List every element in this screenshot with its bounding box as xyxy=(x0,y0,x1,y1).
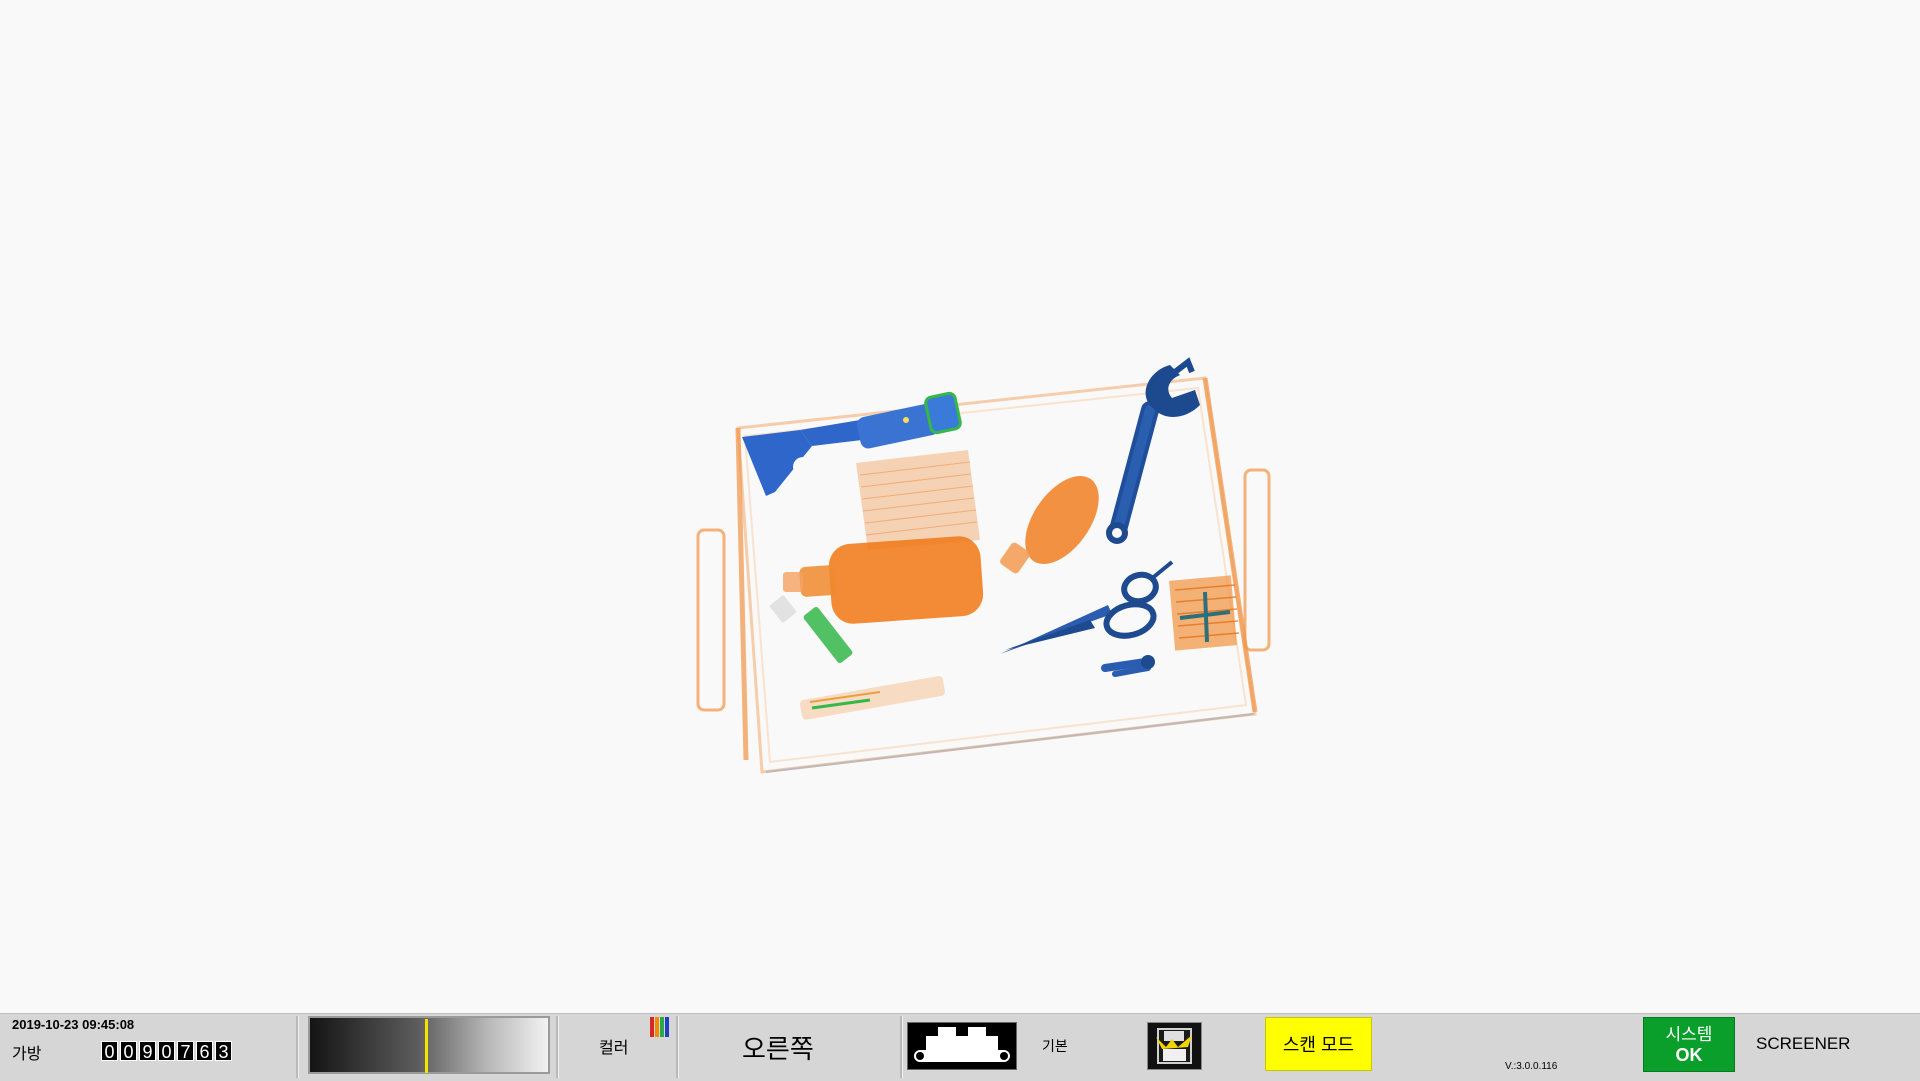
basic-mode-label[interactable]: 기본 xyxy=(1042,1036,1068,1056)
color-bar-green xyxy=(660,1017,664,1037)
cardboard-box xyxy=(856,450,980,550)
bag-counter: 0 0 9 0 7 6 3 xyxy=(101,1041,232,1062)
pen xyxy=(799,676,945,720)
divider xyxy=(556,1016,559,1078)
system-status-indicator: 시스템 OK xyxy=(1643,1017,1735,1072)
xray-viewport xyxy=(0,0,1920,1013)
color-mode-label[interactable]: 컬러 xyxy=(599,1034,628,1058)
screener-label: SCREENER xyxy=(1756,1034,1851,1053)
save-disk-icon xyxy=(1156,1028,1192,1064)
bag-counter-digit: 6 xyxy=(196,1041,213,1062)
conveyor-button[interactable] xyxy=(907,1022,1017,1070)
gray-level-slider[interactable] xyxy=(308,1016,550,1074)
bag-counter-digit: 7 xyxy=(177,1041,194,1062)
color-bar-blue xyxy=(665,1017,669,1037)
divider xyxy=(900,1016,903,1078)
xray-scan-image xyxy=(696,357,1271,774)
bag-counter-digit: 3 xyxy=(215,1041,232,1062)
bag-counter-digit: 9 xyxy=(139,1041,156,1062)
system-status-title: 시스템 xyxy=(1665,1024,1713,1044)
bag-counter-digit: 0 xyxy=(101,1041,118,1062)
bag-counter-digit: 0 xyxy=(158,1041,175,1062)
color-bar-red xyxy=(650,1017,654,1037)
scan-mode-button[interactable]: 스캔 모드 xyxy=(1265,1017,1372,1071)
orientation-label[interactable]: 오른쪽 xyxy=(742,1029,814,1066)
datetime-display: 2019-10-23 09:45:08 xyxy=(12,1017,135,1032)
grid-object xyxy=(1169,575,1240,651)
zipper-pulls xyxy=(1101,655,1155,677)
bag-counter-digit: 0 xyxy=(120,1041,137,1062)
divider xyxy=(296,1016,299,1078)
divider xyxy=(676,1016,679,1078)
gray-level-handle[interactable] xyxy=(425,1019,428,1073)
conveyor-icon xyxy=(914,1027,1010,1062)
system-status-value: OK xyxy=(1675,1044,1703,1065)
version-label: V.:3.0.0.116 xyxy=(1505,1061,1558,1072)
color-bar-orange xyxy=(655,1017,659,1037)
scissors xyxy=(1000,560,1174,654)
small-bottle xyxy=(1000,476,1099,574)
bag-label: 가방 xyxy=(12,1046,42,1063)
status-bar: 2019-10-23 09:45:08 가방 0 0 9 0 7 6 3 컬러 … xyxy=(0,1013,1920,1081)
color-palette-icon[interactable] xyxy=(650,1017,669,1037)
save-button[interactable] xyxy=(1147,1022,1202,1070)
